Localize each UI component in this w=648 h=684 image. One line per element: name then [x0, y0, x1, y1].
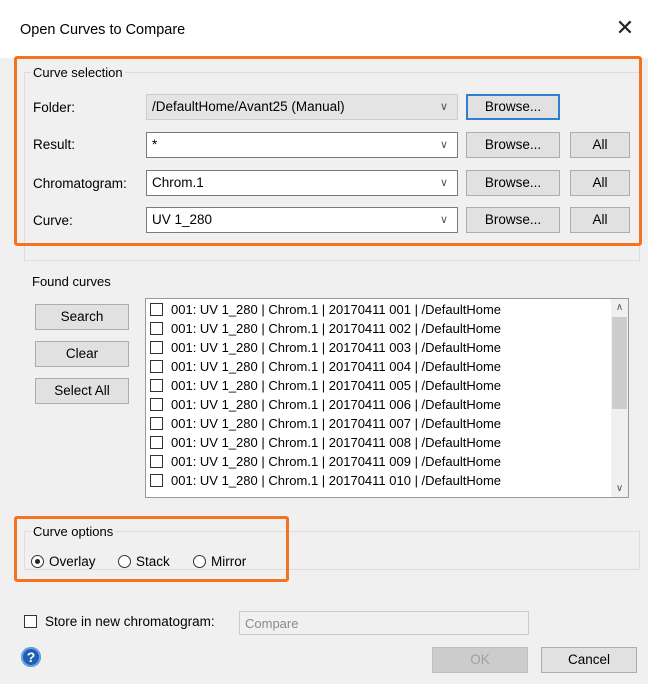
- list-item[interactable]: 001: UV 1_280 | Chrom.1 | 20170411 007 |…: [150, 415, 501, 432]
- list-item[interactable]: 001: UV 1_280 | Chrom.1 | 20170411 010 |…: [150, 472, 501, 489]
- select-all-button[interactable]: Select All: [35, 378, 129, 404]
- checkbox-icon[interactable]: [150, 436, 163, 450]
- scroll-down-icon[interactable]: ∨: [611, 480, 628, 497]
- found-curves-list[interactable]: 001: UV 1_280 | Chrom.1 | 20170411 001 |…: [145, 298, 629, 498]
- list-item[interactable]: 001: UV 1_280 | Chrom.1 | 20170411 009 |…: [150, 453, 501, 470]
- chevron-down-icon: ∨: [439, 139, 449, 151]
- list-item-label: 001: UV 1_280 | Chrom.1 | 20170411 006 |…: [171, 397, 502, 412]
- chromatogram-label: Chromatogram:: [33, 176, 127, 191]
- stack-label: Stack: [136, 554, 170, 569]
- store-label: Store in new chromatogram:: [45, 614, 215, 629]
- found-curves-legend: Found curves: [32, 274, 111, 289]
- checkbox-icon[interactable]: [150, 379, 163, 393]
- list-item-label: 001: UV 1_280 | Chrom.1 | 20170411 001 |…: [171, 302, 502, 317]
- list-item-label: 001: UV 1_280 | Chrom.1 | 20170411 003 |…: [171, 340, 502, 355]
- chromatogram-value: Chrom.1: [152, 175, 204, 190]
- chevron-down-icon: ∨: [439, 214, 449, 226]
- folder-label: Folder:: [33, 100, 76, 115]
- result-all-button[interactable]: All: [570, 132, 630, 158]
- chevron-down-icon: ∨: [439, 101, 449, 113]
- scroll-thumb[interactable]: [612, 317, 627, 409]
- list-item[interactable]: 001: UV 1_280 | Chrom.1 | 20170411 008 |…: [150, 434, 501, 451]
- stack-radio[interactable]: Stack: [118, 554, 170, 574]
- checkbox-icon[interactable]: [150, 455, 163, 469]
- list-item-label: 001: UV 1_280 | Chrom.1 | 20170411 004 |…: [171, 359, 502, 374]
- list-item-label: 001: UV 1_280 | Chrom.1 | 20170411 005 |…: [171, 378, 502, 393]
- list-scrollbar[interactable]: ∧ ∨: [611, 299, 628, 497]
- overlay-radio[interactable]: Overlay: [31, 554, 96, 574]
- list-item-label: 001: UV 1_280 | Chrom.1 | 20170411 010 |…: [171, 473, 502, 488]
- checkbox-icon[interactable]: [150, 360, 163, 374]
- window-title: Open Curves to Compare: [20, 22, 186, 38]
- store-name-input[interactable]: Compare: [239, 611, 529, 635]
- ok-button[interactable]: OK: [432, 647, 528, 673]
- curve-selection-legend: Curve selection: [33, 65, 123, 80]
- clear-button[interactable]: Clear: [35, 341, 129, 367]
- curve-options-legend: Curve options: [33, 524, 114, 539]
- checkbox-icon[interactable]: [150, 322, 163, 336]
- mirror-label: Mirror: [211, 554, 247, 569]
- store-checkbox[interactable]: Store in new chromatogram:: [24, 614, 215, 629]
- radio-unselected-icon: [118, 554, 131, 568]
- checkbox-icon[interactable]: [150, 417, 163, 431]
- list-item[interactable]: 001: UV 1_280 | Chrom.1 | 20170411 001 |…: [150, 301, 501, 318]
- curve-combo[interactable]: UV 1_280 ∨: [146, 207, 458, 233]
- chromatogram-combo[interactable]: Chrom.1 ∨: [146, 170, 458, 196]
- list-item-label: 001: UV 1_280 | Chrom.1 | 20170411 009 |…: [171, 454, 502, 469]
- folder-combo[interactable]: /DefaultHome/Avant25 (Manual) ∨: [146, 94, 458, 120]
- folder-browse-button[interactable]: Browse...: [466, 94, 560, 120]
- result-value: *: [152, 137, 158, 152]
- radio-selected-icon: [31, 554, 44, 568]
- scroll-up-icon[interactable]: ∧: [611, 299, 628, 316]
- list-item-label: 001: UV 1_280 | Chrom.1 | 20170411 007 |…: [171, 416, 502, 431]
- close-icon[interactable]: ✕: [612, 16, 638, 42]
- radio-unselected-icon: [193, 554, 206, 568]
- curve-options-group: Curve options: [24, 524, 640, 570]
- checkbox-icon[interactable]: [150, 341, 163, 355]
- result-browse-button[interactable]: Browse...: [466, 132, 560, 158]
- list-item[interactable]: 001: UV 1_280 | Chrom.1 | 20170411 003 |…: [150, 339, 501, 356]
- help-icon[interactable]: ?: [21, 647, 41, 667]
- title-bar: Open Curves to Compare ✕: [0, 0, 648, 58]
- overlay-label: Overlay: [49, 554, 96, 569]
- curve-label: Curve:: [33, 213, 73, 228]
- checkbox-icon[interactable]: [150, 474, 163, 488]
- checkbox-icon[interactable]: [150, 303, 163, 317]
- list-item[interactable]: 001: UV 1_280 | Chrom.1 | 20170411 002 |…: [150, 320, 501, 337]
- result-label: Result:: [33, 137, 76, 152]
- cancel-button[interactable]: Cancel: [541, 647, 637, 673]
- chevron-down-icon: ∨: [439, 177, 449, 189]
- checkbox-icon[interactable]: [150, 398, 163, 412]
- chromatogram-browse-button[interactable]: Browse...: [466, 170, 560, 196]
- mirror-radio[interactable]: Mirror: [193, 554, 246, 574]
- search-button[interactable]: Search: [35, 304, 129, 330]
- curve-value: UV 1_280: [152, 212, 213, 227]
- curve-all-button[interactable]: All: [570, 207, 630, 233]
- list-item[interactable]: 001: UV 1_280 | Chrom.1 | 20170411 006 |…: [150, 396, 501, 413]
- folder-value: /DefaultHome/Avant25 (Manual): [152, 99, 345, 114]
- checkbox-icon: [24, 614, 37, 628]
- curve-browse-button[interactable]: Browse...: [466, 207, 560, 233]
- list-item-label: 001: UV 1_280 | Chrom.1 | 20170411 002 |…: [171, 321, 502, 336]
- chromatogram-all-button[interactable]: All: [570, 170, 630, 196]
- result-combo[interactable]: * ∨: [146, 132, 458, 158]
- list-item[interactable]: 001: UV 1_280 | Chrom.1 | 20170411 004 |…: [150, 358, 501, 375]
- list-item[interactable]: 001: UV 1_280 | Chrom.1 | 20170411 005 |…: [150, 377, 501, 394]
- list-item-label: 001: UV 1_280 | Chrom.1 | 20170411 008 |…: [171, 435, 502, 450]
